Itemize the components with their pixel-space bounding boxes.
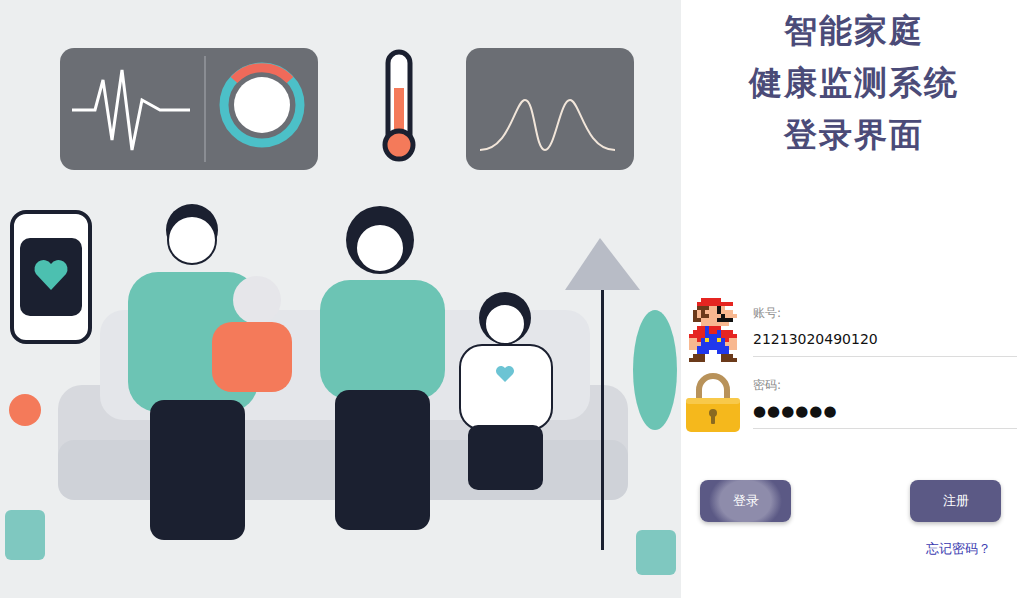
- title-line: 登录界面: [784, 112, 924, 158]
- login-screen: 智能家庭健康监测系统登录界面账号:21213020490120密码:●●●●●●…: [0, 0, 1027, 603]
- field-value[interactable]: 21213020490120: [753, 326, 1017, 352]
- illustration-panel: [0, 0, 681, 598]
- title-line: 健康监测系统: [749, 60, 959, 106]
- lock-icon: [683, 370, 743, 434]
- login-form: 账号:21213020490120 密码:●●●●●●: [683, 298, 1001, 434]
- family-illustration: [0, 0, 681, 598]
- password-field[interactable]: 密码: ●●●●●●: [753, 376, 1017, 429]
- field-icon-box: [683, 298, 743, 362]
- login-panel: 智能家庭健康监测系统登录界面账号:21213020490120密码:●●●●●●…: [681, 0, 1027, 603]
- field-value[interactable]: ●●●●●●: [753, 398, 1017, 424]
- title-block: 智能家庭健康监测系统登录界面: [683, 8, 1001, 158]
- title-line: 智能家庭: [784, 8, 924, 54]
- forgot-password-link[interactable]: 忘记密码？: [926, 540, 991, 558]
- register-button[interactable]: 注册: [910, 480, 1001, 522]
- field-row: 密码:●●●●●●: [683, 370, 1001, 434]
- field-icon-box: [683, 370, 743, 434]
- field-label: 密码:: [753, 376, 1017, 394]
- login-button[interactable]: 登录: [700, 480, 791, 522]
- field-row: 账号:21213020490120: [683, 298, 1001, 362]
- button-row: 登录 注册: [683, 480, 1001, 522]
- avatar-icon: [689, 298, 737, 362]
- account-field[interactable]: 账号: 21213020490120: [753, 304, 1017, 357]
- field-label: 账号:: [753, 304, 1017, 322]
